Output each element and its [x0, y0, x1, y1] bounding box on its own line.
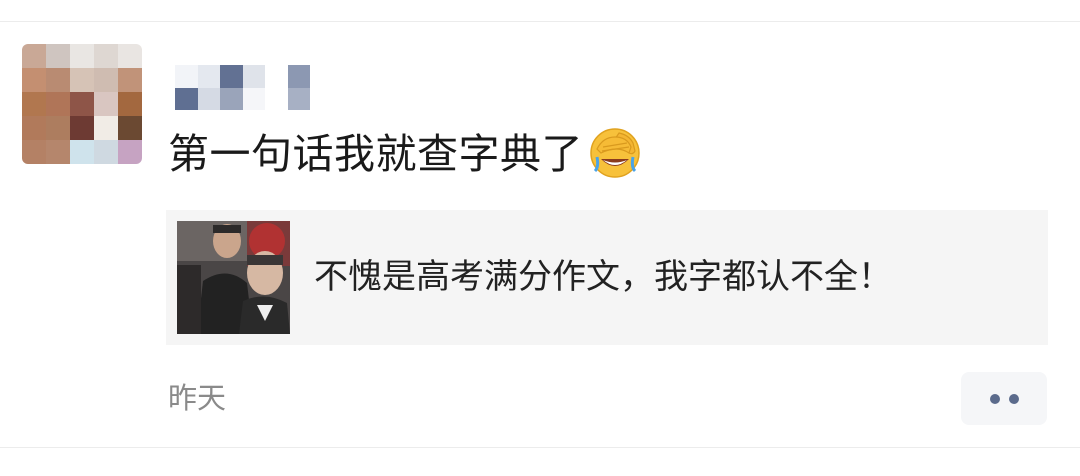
- post-timestamp: 昨天: [168, 381, 227, 415]
- shared-link-title: 不愧是高考满分作文，我字都认不全！: [314, 257, 892, 297]
- shared-link-card[interactable]: 不愧是高考满分作文，我字都认不全！: [166, 210, 1048, 345]
- bottom-divider: [0, 447, 1080, 448]
- shared-link-thumbnail: [177, 221, 290, 334]
- more-actions-button[interactable]: [961, 372, 1047, 425]
- post-text: 第一句话我就查字典了: [168, 128, 641, 183]
- username-blurred[interactable]: [175, 65, 310, 110]
- facepalm-emoji-icon: [589, 127, 641, 179]
- avatar[interactable]: [22, 44, 142, 164]
- post-text-content: 第一句话我就查字典了: [168, 130, 583, 178]
- more-dots-icon: [1008, 393, 1019, 404]
- more-dots-icon: [989, 393, 1000, 404]
- moments-post: 第一句话我就查字典了 不愧是高考满分作文，我字都认不全！ 昨天: [0, 0, 1080, 476]
